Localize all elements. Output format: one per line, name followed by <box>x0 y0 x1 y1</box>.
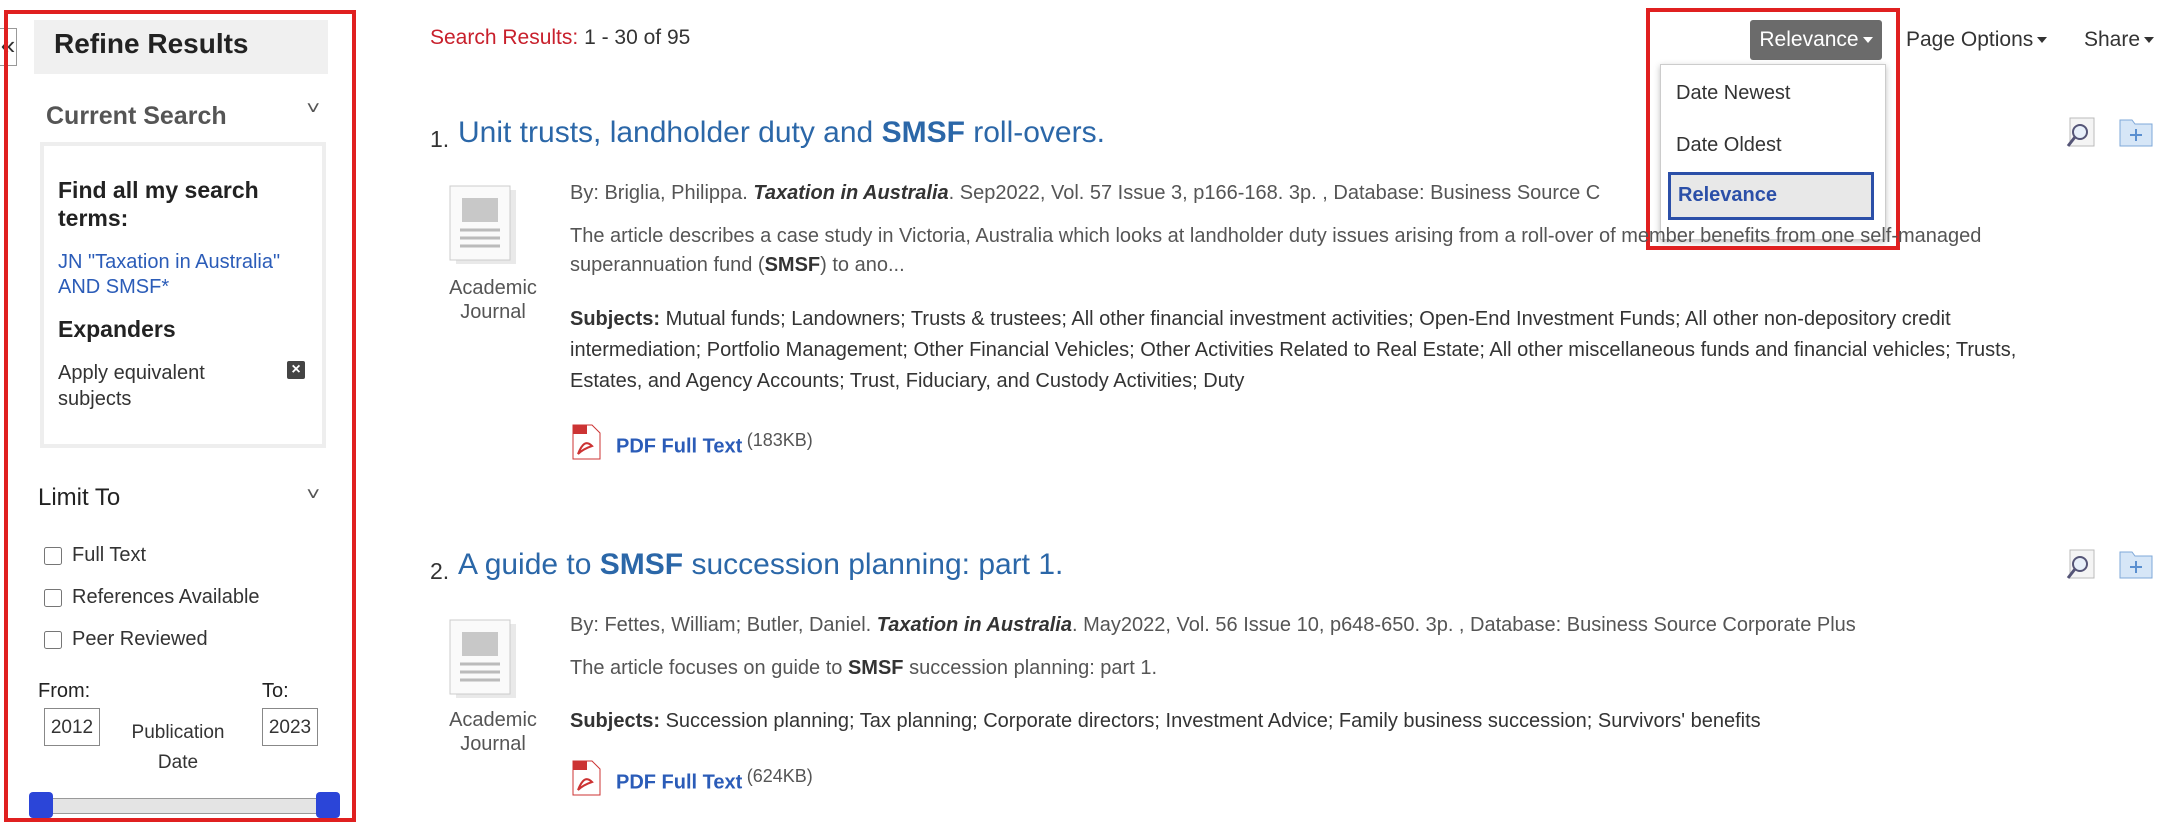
title-part: A guide to <box>458 548 600 581</box>
caret-down-icon <box>2144 37 2155 44</box>
result-number: 2. <box>430 558 450 584</box>
date-range-slider[interactable] <box>38 798 330 814</box>
full-text-checkbox[interactable] <box>44 546 62 565</box>
result-abstract: The article describes a case study in Vi… <box>570 222 2070 280</box>
title-part: roll-overs. <box>964 116 1105 149</box>
source-link[interactable]: Taxation in Australia <box>877 614 1072 636</box>
document-icon[interactable] <box>446 184 524 268</box>
references-available-label: References Available <box>72 586 260 608</box>
pdf-full-text-label: PDF Full Text <box>616 771 743 794</box>
share-label: Share <box>2084 28 2141 51</box>
add-to-folder-icon[interactable] <box>2118 546 2154 580</box>
type-line: Journal <box>460 301 526 323</box>
subjects-label: Subjects: <box>570 308 661 330</box>
peer-reviewed-checkbox[interactable] <box>44 630 62 649</box>
expander-apply-equivalent-subjects: Apply equivalent subjects <box>58 362 205 410</box>
citation-details: . May2022, Vol. 56 Issue 10, p648-650. 3… <box>1072 614 1856 636</box>
authors: By: Fettes, William; Butler, Daniel. <box>570 614 877 636</box>
sort-highlight-frame <box>1646 8 1900 250</box>
abstract-part: ) to ano... <box>820 254 905 276</box>
title-part: succession planning: part 1. <box>683 548 1064 581</box>
type-line: Journal <box>460 733 526 755</box>
subjects-line: Subjects: Mutual funds; Landowners; Trus… <box>570 304 2130 335</box>
limit-full-text[interactable]: Full Text <box>44 544 146 567</box>
full-text-label: Full Text <box>72 544 147 566</box>
abstract-line: superannuation fund (SMSF) to ano... <box>570 251 2070 280</box>
results-label: Search Results: <box>430 26 579 49</box>
limit-references-available[interactable]: References Available <box>44 586 260 609</box>
publication-date-line2: Date <box>157 752 199 773</box>
result-subjects: Subjects: Mutual funds; Landowners; Trus… <box>570 304 2130 397</box>
search-query-link[interactable]: JN "Taxation in Australia" AND SMSF* <box>58 250 308 300</box>
remove-icon[interactable]: × <box>287 361 305 379</box>
subjects-text[interactable]: Mutual funds; Landowners; Trusts & trust… <box>660 308 1951 330</box>
abstract-part: The article focuses on guide to <box>570 657 848 679</box>
result-abstract: The article focuses on guide to SMSF suc… <box>570 654 1157 683</box>
abstract-line: The article describes a case study in Vi… <box>570 225 1982 247</box>
find-all-terms-label: Find all my search terms: <box>58 177 259 231</box>
limit-peer-reviewed[interactable]: Peer Reviewed <box>44 628 208 651</box>
authors: By: Briglia, Philippa. <box>570 182 754 204</box>
publication-date-caption: Publication Date <box>118 718 238 778</box>
result-citation: By: Fettes, William; Butler, Daniel. Tax… <box>570 614 1856 637</box>
share-menu[interactable]: Share <box>2084 28 2155 52</box>
subjects-line[interactable]: intermediation; Portfolio Management; Ot… <box>570 335 2130 366</box>
to-year-input[interactable]: 2023 <box>262 708 318 746</box>
result-title-link[interactable]: A guide to SMSF succession planning: par… <box>458 548 1063 582</box>
title-highlight: SMSF <box>599 548 684 581</box>
chevron-down-icon[interactable]: ˅ <box>306 98 320 119</box>
results-count: Search Results: 1 - 30 of 95 <box>430 26 690 50</box>
pdf-full-text-label: PDF Full Text <box>616 435 743 458</box>
results-range: 1 - 30 of 95 <box>584 26 691 49</box>
refine-results-title: Refine Results <box>54 28 249 59</box>
pdf-icon[interactable] <box>570 760 602 796</box>
pdf-size: (183KB) <box>746 430 813 450</box>
result-subjects: Subjects: Succession planning; Tax plann… <box>570 706 1761 737</box>
preview-icon[interactable] <box>2064 116 2100 150</box>
from-label: From: <box>38 680 91 702</box>
add-to-folder-icon[interactable] <box>2118 114 2154 148</box>
subjects-text[interactable]: Succession planning; Tax planning; Corpo… <box>660 710 1761 732</box>
publication-date-line1: Publication <box>131 722 225 743</box>
title-part: Unit trusts, landholder duty and <box>458 116 882 149</box>
expanders-label: Expanders <box>58 316 176 342</box>
current-search-heading[interactable]: Current Search <box>46 102 227 131</box>
source-link[interactable]: Taxation in Australia <box>753 182 948 204</box>
abstract-highlight: SMSF <box>764 254 821 276</box>
publication-type: Academic Journal <box>438 708 548 756</box>
limit-to-heading[interactable]: Limit To <box>38 484 120 512</box>
page-options-menu[interactable]: Page Options <box>1906 28 2048 52</box>
page-options-label: Page Options <box>1906 28 2034 51</box>
preview-icon[interactable] <box>2064 548 2100 582</box>
result-number: 1. <box>430 126 450 152</box>
subjects-label: Subjects: <box>570 710 661 732</box>
type-line: Academic <box>449 709 537 731</box>
citation-details: . Sep2022, Vol. 57 Issue 3, p166-168. 3p… <box>948 182 1601 204</box>
result-title-link[interactable]: Unit trusts, landholder duty and SMSF ro… <box>458 116 1105 150</box>
from-year-input[interactable]: 2012 <box>44 708 100 746</box>
title-highlight: SMSF <box>881 116 965 149</box>
pdf-size: (624KB) <box>746 766 813 786</box>
slider-handle-from[interactable] <box>29 792 53 818</box>
abstract-part: superannuation fund ( <box>570 254 765 276</box>
to-label: To: <box>262 680 289 702</box>
document-icon[interactable] <box>446 618 524 702</box>
type-line: Academic <box>449 277 537 299</box>
abstract-highlight: SMSF <box>847 657 904 679</box>
peer-reviewed-label: Peer Reviewed <box>72 628 208 650</box>
slider-handle-to[interactable] <box>316 792 340 818</box>
pdf-full-text-link[interactable]: PDF Full Text (183KB) <box>616 430 813 458</box>
subjects-line[interactable]: Estates, and Agency Accounts; Trust, Fid… <box>570 366 2130 397</box>
caret-down-icon <box>2037 37 2048 44</box>
references-available-checkbox[interactable] <box>44 588 62 607</box>
pdf-full-text-link[interactable]: PDF Full Text (624KB) <box>616 766 813 794</box>
chevron-down-icon[interactable]: ˅ <box>306 484 320 505</box>
abstract-part: succession planning: part 1. <box>903 657 1158 679</box>
pdf-icon[interactable] <box>570 424 602 460</box>
result-citation: By: Briglia, Philippa. Taxation in Austr… <box>570 182 1600 205</box>
publication-type: Academic Journal <box>438 276 548 324</box>
